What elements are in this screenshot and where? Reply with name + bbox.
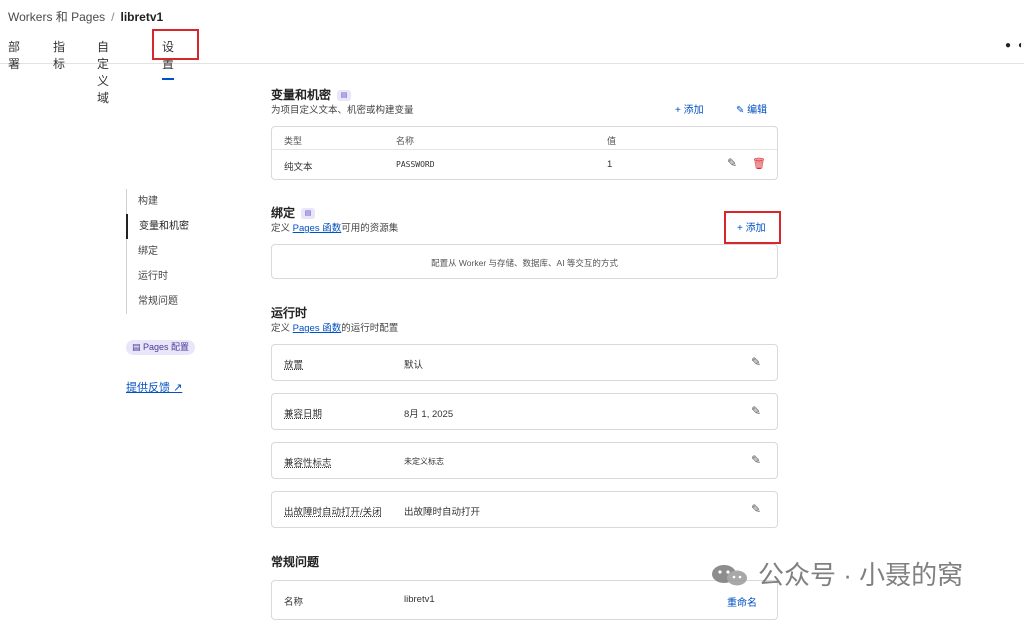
bindings-title-text: 绑定 — [271, 206, 296, 220]
docs-icon[interactable]: ▤ — [301, 208, 316, 220]
runtime-row-value: 出故障时自动打开 — [404, 507, 481, 518]
breadcrumb-current: libretv1 — [120, 10, 164, 24]
edit-placement-icon[interactable]: ✎ — [751, 355, 761, 369]
bindings-empty-text: 配置从 Worker 与存储、数据库、AI 等交互的方式 — [431, 258, 618, 268]
edit-variable-icon[interactable]: ✎ — [727, 156, 737, 170]
edit-variables-button[interactable]: ✎ 编辑 — [736, 101, 767, 116]
top-bar: Workers 和 Pages / libretv1 部署 指标 自定义域 设置 ●… — [0, 0, 1024, 105]
bindings-empty-card: 配置从 Worker 与存储、数据库、AI 等交互的方式 — [271, 244, 778, 279]
breadcrumb-parent[interactable]: Workers 和 Pages — [8, 10, 105, 24]
tab-deployments[interactable]: 部署 — [8, 38, 20, 78]
runtime-row-label: 出故障时自动打开/关闭 — [284, 507, 382, 518]
edit-compat-flags-icon[interactable]: ✎ — [751, 453, 761, 467]
edit-label: 编辑 — [747, 105, 768, 116]
sidenav-item-runtime[interactable]: 运行时 — [127, 264, 189, 289]
add-binding-highlight — [724, 211, 781, 244]
runtime-row-label: 兼容日期 — [284, 409, 323, 420]
runtime-row-value: 8月 1, 2025 — [404, 409, 454, 420]
runtime-desc: 定义 Pages 函数的运行时配置 — [271, 320, 398, 334]
pencil-icon: ✎ — [736, 105, 745, 116]
sidenav-item-variables[interactable]: 变量和机密 — [126, 214, 189, 239]
column-header-value: 值 — [607, 136, 617, 146]
feedback-label: 提供反馈 — [126, 382, 170, 394]
project-name-label: 名称 — [284, 597, 304, 608]
rename-button[interactable]: 重命名 — [727, 594, 757, 609]
external-link-icon: ↗ — [173, 382, 183, 394]
runtime-title: 运行时 — [271, 306, 308, 320]
watermark: 公众号 · 小聂的窝 — [710, 555, 963, 592]
variable-name: PASSWORD — [396, 160, 435, 169]
runtime-row-label: 放置 — [284, 360, 304, 371]
add-variable-button[interactable]: + 添加 — [675, 101, 704, 116]
runtime-row-fail-open: 出故障时自动打开/关闭 出故障时自动打开 ✎ — [271, 491, 778, 528]
runtime-row-compat-date: 兼容日期 8月 1, 2025 ✎ — [271, 393, 778, 430]
bindings-desc-prefix: 定义 — [271, 223, 291, 234]
runtime-desc-suffix: 的运行时配置 — [341, 323, 399, 334]
github-icon[interactable]: ● — [1005, 40, 1011, 51]
runtime-desc-prefix: 定义 — [271, 323, 291, 334]
edit-fail-open-icon[interactable]: ✎ — [751, 502, 761, 516]
variables-table: 类型 名称 值 纯文本 PASSWORD 1 ✎ 🗑 — [271, 126, 778, 180]
pages-functions-link[interactable]: Pages 函数 — [293, 323, 342, 334]
column-header-name: 名称 — [396, 136, 415, 146]
watermark-text: 公众号 · 小聂的窝 — [758, 560, 964, 590]
column-header-type: 类型 — [284, 136, 303, 146]
sidenav-item-bindings[interactable]: 绑定 — [127, 239, 189, 264]
variable-type: 纯文本 — [284, 162, 313, 173]
pages-functions-link[interactable]: Pages 函数 — [293, 223, 342, 234]
feedback-link[interactable]: 提供反馈 ↗ — [126, 379, 182, 395]
settings-sidenav: 构建 变量和机密 绑定 运行时 常规问题 — [126, 189, 189, 314]
vars-desc: 为项目定义文本、机密或构建变量 — [271, 105, 414, 116]
runtime-row-value: 未定义标志 — [404, 457, 444, 466]
more-icon[interactable]: ◐ — [1018, 40, 1024, 51]
breadcrumb: Workers 和 Pages / libretv1 — [8, 8, 163, 25]
pages-config-label: Pages 配置 — [143, 342, 190, 352]
bindings-desc-suffix: 可用的资源集 — [341, 223, 399, 234]
vars-title-text: 变量和机密 — [271, 88, 332, 102]
breadcrumb-separator: / — [111, 10, 115, 24]
sidenav-item-general[interactable]: 常规问题 — [127, 289, 189, 314]
variable-value: 1 — [607, 159, 613, 170]
edit-compat-date-icon[interactable]: ✎ — [751, 404, 761, 418]
general-title: 常规问题 — [271, 555, 320, 569]
tab-custom-domains[interactable]: 自定义域 — [97, 38, 109, 112]
project-name-value: libretv1 — [404, 594, 435, 605]
bindings-title: 绑定 ▤ — [271, 204, 316, 221]
bindings-desc: 定义 Pages 函数可用的资源集 — [271, 220, 398, 234]
delete-variable-icon[interactable]: 🗑 — [752, 157, 766, 170]
runtime-row-placement: 放置 默认 ✎ — [271, 344, 778, 381]
tab-metrics[interactable]: 指标 — [53, 38, 65, 78]
runtime-row-value: 默认 — [404, 360, 424, 371]
table-divider — [272, 149, 777, 150]
vars-title: 变量和机密 ▤ — [271, 86, 352, 103]
pages-config-badge[interactable]: ▤ Pages 配置 — [126, 340, 196, 355]
runtime-row-label: 兼容性标志 — [284, 458, 332, 469]
sidenav-item-build[interactable]: 构建 — [127, 189, 189, 214]
docs-icon[interactable]: ▤ — [337, 90, 352, 102]
wechat-icon — [712, 565, 747, 586]
runtime-row-compat-flags: 兼容性标志 未定义标志 ✎ — [271, 442, 778, 479]
general-card: 名称 libretv1 重命名 — [271, 580, 778, 620]
document-icon: ▤ — [132, 342, 141, 352]
settings-tab-highlight — [152, 29, 199, 60]
